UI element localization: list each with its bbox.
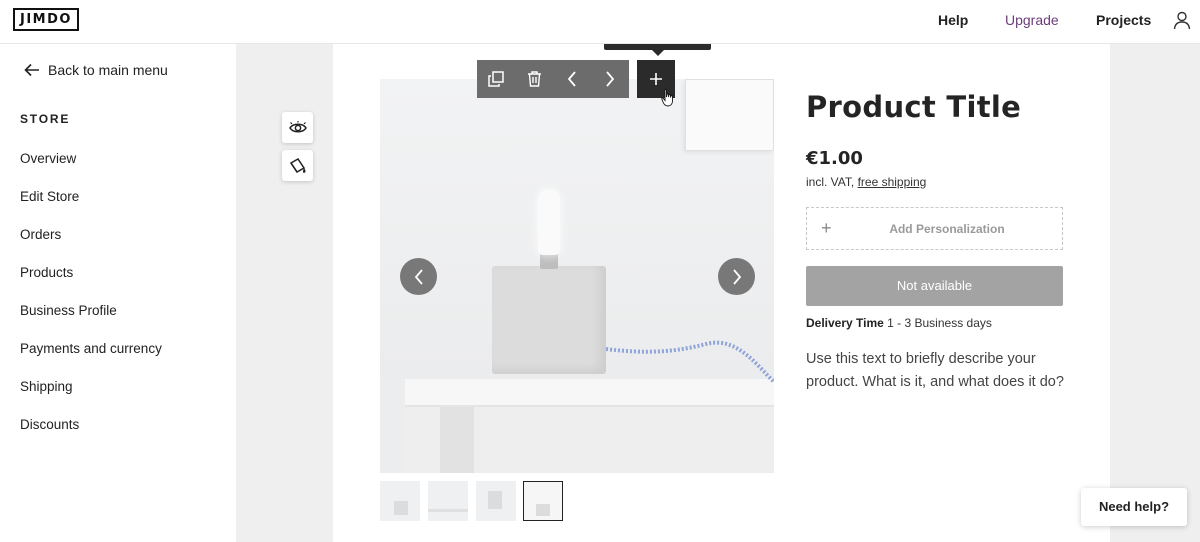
image-table-leg [440, 407, 474, 473]
thumbnail-lamp [394, 501, 408, 515]
store-section-title: STORE [20, 112, 71, 126]
sidebar-item-discounts[interactable]: Discounts [20, 417, 79, 432]
back-label: Back to main menu [48, 62, 168, 78]
projects-link[interactable]: Projects [1096, 12, 1151, 28]
user-icon[interactable] [1172, 10, 1192, 30]
sidebar: Back to main menu STORE Overview Edit St… [0, 44, 236, 542]
help-link[interactable]: Help [938, 12, 968, 28]
previous-image-button[interactable] [400, 258, 437, 295]
paint-bucket-icon [289, 157, 306, 173]
move-image-right-button[interactable] [591, 60, 629, 98]
trash-icon [527, 71, 541, 87]
thumbnail-lamp [488, 491, 502, 509]
tooltip-arrow [652, 50, 664, 56]
image-wall-frame [685, 79, 774, 151]
delivery-time-value: 1 - 3 Business days [883, 316, 992, 330]
delete-image-button[interactable] [515, 60, 553, 98]
image-thumbnail[interactable] [476, 481, 516, 521]
chevron-right-icon [606, 71, 615, 87]
image-lamp-cable [606, 340, 774, 384]
image-lamp-bulb [538, 189, 560, 255]
sidebar-item-business-profile[interactable]: Business Profile [20, 303, 117, 318]
thumbnail-lamp [536, 504, 550, 516]
chevron-left-icon [414, 268, 423, 285]
product-price[interactable]: €1.00 [806, 148, 863, 169]
image-toolbar [477, 60, 675, 98]
free-shipping-link[interactable]: free shipping [858, 175, 927, 189]
duplicate-image-button[interactable] [477, 60, 515, 98]
image-lamp-base [492, 266, 606, 374]
preview-button[interactable] [282, 112, 313, 143]
sidebar-item-orders[interactable]: Orders [20, 227, 61, 242]
sidebar-item-shipping[interactable]: Shipping [20, 379, 73, 394]
chevron-right-icon [732, 268, 741, 285]
image-thumbnail-active[interactable] [523, 481, 563, 521]
not-available-button[interactable]: Not available [806, 266, 1063, 306]
need-help-button[interactable]: Need help? [1081, 488, 1187, 526]
vat-info: incl. VAT, free shipping [806, 175, 926, 189]
image-thumbnail[interactable] [428, 481, 468, 521]
thumbnail-table [428, 509, 468, 512]
image-thumbnail[interactable] [380, 481, 420, 521]
design-button[interactable] [282, 150, 313, 181]
upgrade-link[interactable]: Upgrade [1005, 12, 1059, 28]
jimdo-logo[interactable]: JIMDO [13, 8, 79, 31]
product-title[interactable]: Product Title [806, 90, 1021, 124]
eye-icon [288, 120, 307, 132]
move-image-left-button[interactable] [553, 60, 591, 98]
next-image-button[interactable] [718, 258, 755, 295]
hand-cursor-icon [661, 89, 673, 107]
product-image[interactable] [380, 79, 774, 473]
product-description[interactable]: Use this text to briefly describe your p… [806, 348, 1076, 394]
sidebar-item-edit-store[interactable]: Edit Store [20, 189, 79, 204]
plus-icon [650, 73, 662, 85]
back-to-main-menu-link[interactable]: Back to main menu [24, 62, 168, 78]
sidebar-item-payments-and-currency[interactable]: Payments and currency [20, 341, 162, 356]
add-personalization-button[interactable]: + Add Personalization [806, 207, 1063, 250]
delivery-time-label: Delivery Time [806, 316, 884, 330]
add-personalization-label: Add Personalization [889, 221, 1005, 236]
image-toolbar-group [477, 60, 629, 98]
top-bar: JIMDO Help Upgrade Projects [0, 0, 1200, 44]
arrow-left-icon [24, 63, 39, 77]
sidebar-item-overview[interactable]: Overview [20, 151, 76, 166]
duplicate-icon [488, 71, 504, 87]
delivery-time: Delivery Time 1 - 3 Business days [806, 316, 992, 330]
sidebar-item-products[interactable]: Products [20, 265, 73, 280]
chevron-left-icon [567, 71, 576, 87]
vat-text: incl. VAT, [806, 175, 858, 189]
